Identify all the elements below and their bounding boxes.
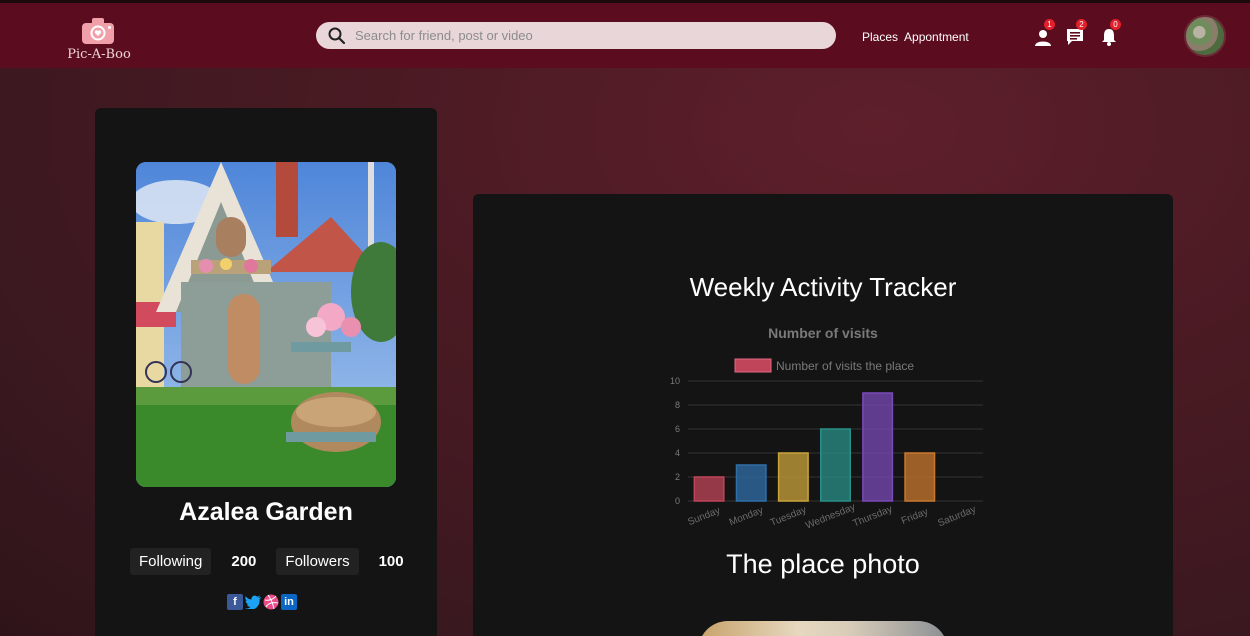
user-icon xyxy=(1035,30,1051,46)
notifications-button[interactable]: 0 xyxy=(1100,19,1122,47)
x-tick-label: Tuesday xyxy=(769,504,808,528)
twitter-icon[interactable] xyxy=(245,594,261,610)
y-tick-label: 8 xyxy=(675,400,680,410)
x-tick-label: Wednesday xyxy=(804,502,857,532)
brand-logo[interactable]: Pic-A-Boo xyxy=(66,17,132,62)
x-tick-label: Sunday xyxy=(686,505,722,528)
place-photo-heading: The place photo xyxy=(726,549,920,579)
y-tick-label: 10 xyxy=(670,376,680,386)
y-tick-label: 0 xyxy=(675,496,680,506)
followers-label[interactable]: Followers xyxy=(276,548,359,575)
following-count: 200 xyxy=(231,553,257,570)
followers-count: 100 xyxy=(378,553,404,570)
search-input[interactable] xyxy=(355,28,795,43)
profile-photo xyxy=(136,162,396,487)
user-avatar[interactable] xyxy=(1184,15,1226,57)
profile-name: Azalea Garden xyxy=(179,498,353,526)
legend-swatch xyxy=(734,358,772,373)
following-label[interactable]: Following xyxy=(130,548,212,575)
y-tick-label: 6 xyxy=(675,424,680,434)
friends-badge: 1 xyxy=(1044,19,1055,30)
bar xyxy=(862,392,894,502)
y-tick-label: 2 xyxy=(675,472,680,482)
bar xyxy=(904,452,936,502)
x-tick-label: Thursday xyxy=(851,504,894,530)
x-tick-label: Friday xyxy=(900,506,930,527)
nav-links: Places Appontment xyxy=(862,30,969,44)
x-tick-label: Monday xyxy=(728,505,765,529)
bar xyxy=(735,464,767,502)
nav-link-places[interactable]: Places xyxy=(862,30,898,44)
activity-tracker-card: Weekly Activity Tracker Number of visits… xyxy=(473,194,1173,636)
nav-link-appointment[interactable]: Appontment xyxy=(904,30,969,44)
bar xyxy=(820,428,851,502)
facebook-icon[interactable]: f xyxy=(227,594,243,610)
top-navbar: Pic-A-Boo Places Appontment 1 2 xyxy=(0,0,1250,68)
friends-button[interactable]: 1 xyxy=(1034,19,1056,47)
x-tick-label: Saturday xyxy=(936,504,977,529)
messages-badge: 2 xyxy=(1076,19,1087,30)
search-bar[interactable] xyxy=(316,22,836,49)
message-icon xyxy=(1067,29,1083,45)
brand-name: Pic-A-Boo xyxy=(67,47,131,62)
y-tick-label: 4 xyxy=(675,448,680,458)
linkedin-icon[interactable]: in xyxy=(281,594,297,610)
profile-card: Azalea Garden Following 200 Followers 10… xyxy=(95,108,437,636)
bar xyxy=(693,476,725,502)
legend-label: Number of visits the place xyxy=(776,359,914,373)
place-photo xyxy=(698,621,948,636)
search-icon xyxy=(328,27,345,44)
chart-title: Number of visits xyxy=(768,325,878,341)
profile-stats: Following 200 Followers 100 xyxy=(130,548,424,575)
camera-icon xyxy=(82,18,114,44)
visits-bar-chart: Number of visits Number of visits the pla… xyxy=(670,325,983,532)
tracker-title: Weekly Activity Tracker xyxy=(689,272,957,302)
bar xyxy=(777,452,809,502)
social-links: f in xyxy=(227,594,297,610)
bell-icon xyxy=(1102,29,1116,46)
messages-button[interactable]: 2 xyxy=(1066,19,1088,47)
notifications-badge: 0 xyxy=(1110,19,1121,30)
dribbble-icon[interactable] xyxy=(263,594,279,610)
